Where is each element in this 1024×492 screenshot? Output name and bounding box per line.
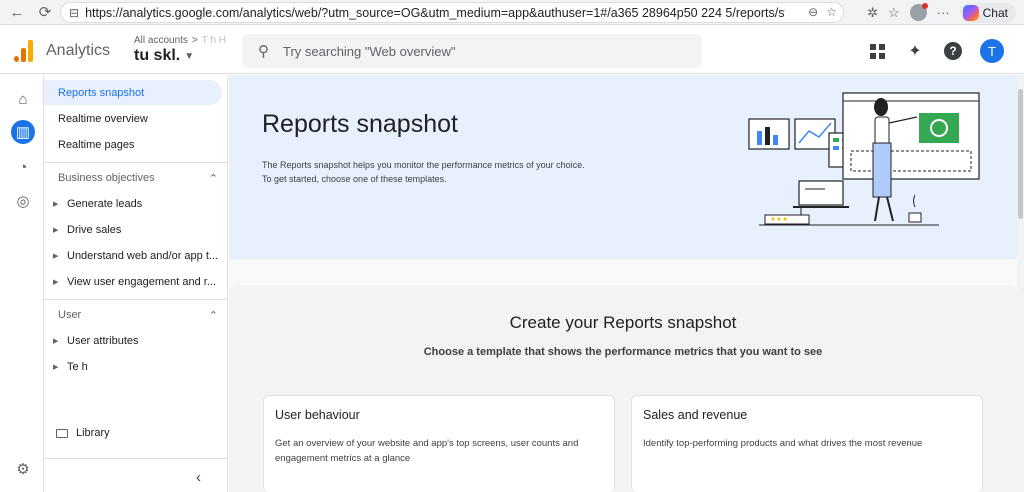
nav-realtime-pages[interactable]: Realtime pages [44, 132, 222, 157]
section-label: User [58, 309, 82, 321]
scrollbar-thumb[interactable] [1018, 89, 1023, 219]
apps-grid-icon[interactable] [866, 40, 888, 62]
hero-desc-line: To get started, choose one of these temp… [262, 174, 447, 184]
template-card-user-behaviour[interactable]: User behaviour Get an overview of your w… [263, 395, 615, 492]
breadcrumb-tail: T h H [201, 35, 227, 46]
zoom-icon[interactable]: ⊖ [808, 5, 818, 19]
card-title: Sales and revenue [643, 408, 748, 422]
nav-understand-web-app[interactable]: ▶ Understand web and/or app t... [53, 250, 223, 262]
expand-arrow-icon: ▶ [53, 253, 59, 260]
search-icon: ⚲ [258, 43, 269, 60]
insights-sparkle-icon[interactable]: ✦ [904, 40, 926, 62]
copilot-icon [962, 4, 979, 21]
account-picker[interactable]: All accounts > T h H tu skl. ▼ [134, 35, 226, 65]
chevron-up-icon: ⌃ [208, 310, 218, 322]
card-description: Get an overview of your website and app'… [275, 438, 579, 464]
card-description: Identify top-performing products and wha… [643, 438, 923, 449]
browser-toolbar: ← ⟳ ⊟ https://analytics.google.com/analy… [0, 0, 1024, 25]
library-label: Library [76, 427, 110, 439]
nav-user-attributes[interactable]: ▶ User attributes [53, 335, 223, 347]
chat-label: Chat [982, 5, 1008, 20]
avatar[interactable]: T [980, 39, 1004, 63]
expand-arrow-icon: ▶ [53, 201, 59, 208]
breadcrumb-separator: > [191, 35, 198, 46]
main-content: Reports snapshot The Reports snapshot he… [229, 75, 1024, 492]
extensions-icon[interactable]: ✲ [867, 5, 878, 21]
more-icon[interactable]: ··· [937, 5, 950, 20]
url-text[interactable]: https://analytics.google.com/analytics/w… [85, 6, 785, 20]
page-title: Reports snapshot [262, 110, 458, 138]
expand-arrow-icon: ▶ [53, 364, 59, 371]
nav-sub-label: Understand web and/or app t... [67, 250, 219, 262]
scrollbar[interactable] [1017, 75, 1024, 492]
nav-sub-label: Generate leads [67, 198, 143, 210]
favorites-icon[interactable]: ☆ [888, 5, 900, 21]
breadcrumb-root: All accounts [134, 35, 188, 46]
reload-icon[interactable]: ⟳ [34, 1, 56, 23]
divider [44, 162, 228, 163]
chat-button[interactable]: Chat [959, 2, 1016, 23]
divider [44, 299, 228, 300]
settings-icon[interactable]: ⚙ [11, 457, 35, 481]
card-title: User behaviour [275, 408, 360, 422]
account-name: tu skl. [134, 47, 181, 64]
nav-sub-label: User attributes [67, 335, 139, 347]
reports-icon[interactable]: ▥ [11, 120, 35, 144]
profile-icon[interactable] [909, 3, 928, 21]
nav-generate-leads[interactable]: ▶ Generate leads [53, 198, 223, 210]
analytics-logo-icon[interactable] [14, 40, 34, 62]
section-business-objectives[interactable]: Business objectives ⌃ [58, 172, 218, 185]
hero-banner: Reports snapshot The Reports snapshot he… [229, 75, 1017, 259]
search-placeholder: Try searching "Web overview" [283, 43, 456, 59]
nav-realtime-overview[interactable]: Realtime overview [44, 106, 222, 131]
divider [44, 458, 228, 459]
chevron-up-icon: ⌃ [208, 173, 218, 185]
home-icon[interactable]: ⌂ [11, 87, 35, 111]
nav-library[interactable]: Library [56, 427, 110, 439]
nav-reports-snapshot[interactable]: Reports snapshot [44, 80, 222, 105]
nav-sub-label: View user engagement and r... [67, 276, 217, 288]
help-icon[interactable]: ? [942, 40, 964, 62]
expand-arrow-icon: ▶ [53, 227, 59, 234]
site-info-icon[interactable]: ⊟ [69, 6, 79, 20]
back-icon[interactable]: ← [6, 1, 28, 23]
create-snapshot-panel: Create your Reports snapshot Choose a te… [229, 285, 1017, 492]
collapse-nav-icon[interactable]: ‹ [196, 469, 201, 486]
expand-arrow-icon: ▶ [53, 338, 59, 345]
left-rail: ⌂ ▥ ◔ ◎ ⚙ [0, 75, 44, 492]
nav-drive-sales[interactable]: ▶ Drive sales [53, 224, 223, 236]
template-card-sales-revenue[interactable]: Sales and revenue Identify top-performin… [631, 395, 983, 492]
nav-tech[interactable]: ▶ Te h [53, 361, 223, 373]
reports-nav: Reports snapshot Realtime overview Realt… [44, 75, 228, 492]
expand-arrow-icon: ▶ [53, 279, 59, 286]
nav-sub-label: Drive sales [67, 224, 122, 236]
chevron-down-icon: ▼ [184, 50, 195, 62]
search-input[interactable]: ⚲ Try searching "Web overview" [242, 34, 702, 68]
explore-icon[interactable]: ◔ [11, 155, 35, 179]
advertising-icon[interactable]: ◎ [11, 189, 35, 213]
create-title: Create your Reports snapshot [509, 313, 737, 332]
section-user[interactable]: User ⌃ [58, 309, 218, 322]
reports-illustration [748, 92, 980, 226]
nav-sub-label: Te h [67, 361, 88, 373]
create-subtitle: Choose a template that shows the perform… [423, 346, 823, 358]
hero-description: The Reports snapshot helps you monitor t… [262, 158, 642, 186]
folder-icon [56, 428, 68, 438]
address-bar[interactable]: ⊟ https://analytics.google.com/analytics… [60, 2, 844, 23]
hero-desc-line: The Reports snapshot helps you monitor t… [262, 160, 585, 170]
star-icon[interactable]: ☆ [826, 5, 837, 19]
nav-view-user-engagement[interactable]: ▶ View user engagement and r... [53, 276, 223, 288]
breadcrumb: All accounts > T h H [134, 35, 226, 46]
section-label: Business objectives [58, 172, 155, 184]
app-header: Analytics All accounts > T h H tu skl. ▼… [0, 26, 1024, 74]
app-name: Analytics [46, 42, 111, 59]
